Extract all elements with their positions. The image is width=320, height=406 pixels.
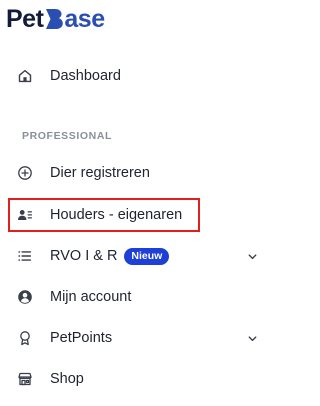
store-icon [14,368,36,390]
logo-b-mark-icon [46,9,64,29]
logo-text-pet: Pet [6,4,44,33]
user-circle-icon [14,286,36,308]
sidebar-item-petpoints[interactable]: PetPoints [14,321,258,355]
section-heading-professional: PROFESSIONAL [22,130,113,142]
chevron-down-icon[interactable] [246,332,258,344]
sidebar-item-dier-registreren[interactable]: Dier registreren [14,156,258,190]
logo-text-base: ase [64,4,105,33]
sidebar-item-label: RVO I & R [50,248,118,264]
sidebar-item-label: Shop [50,371,84,387]
plus-circle-icon [14,162,36,184]
award-icon [14,327,36,349]
sidebar-item-mijn-account[interactable]: Mijn account [14,280,258,314]
sidebar-item-dashboard[interactable]: Dashboard [14,59,258,93]
new-badge: Nieuw [124,247,170,265]
petbase-logo[interactable]: Pet ase [6,4,105,34]
chevron-down-icon[interactable] [246,250,258,262]
sidebar-item-label: PetPoints [50,330,113,346]
list-icon [14,245,36,267]
sidebar-item-label: Dashboard [50,68,121,84]
highlight-outline [8,198,200,232]
sidebar-item-rvo-i-r[interactable]: RVO I & R Nieuw [14,239,258,273]
home-icon [14,65,36,87]
sidebar-item-label: Dier registreren [50,165,150,181]
sidebar-item-label: Mijn account [50,289,132,305]
sidebar-item-shop[interactable]: Shop [14,362,258,396]
